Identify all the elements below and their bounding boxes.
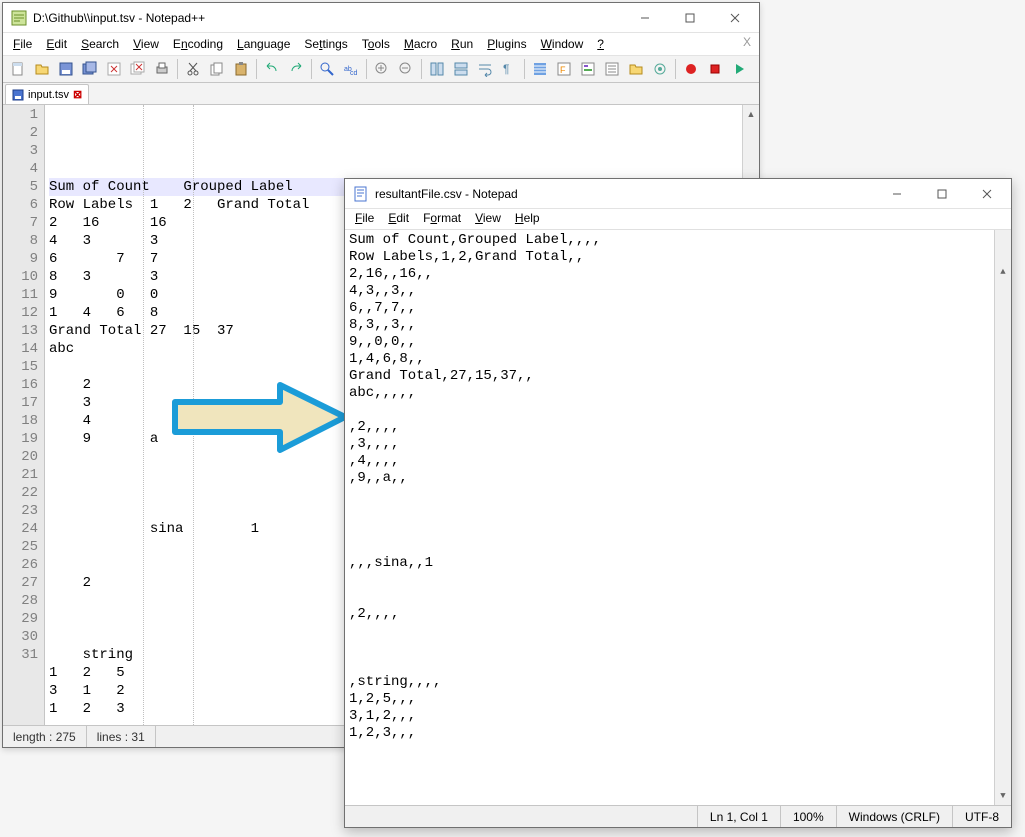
new-file-icon[interactable] xyxy=(7,58,29,80)
cut-icon[interactable] xyxy=(182,58,204,80)
notepad-icon xyxy=(353,186,369,202)
zoom-in-icon[interactable] xyxy=(371,58,393,80)
doc-map-icon[interactable] xyxy=(577,58,599,80)
status-pos: Ln 1, Col 1 xyxy=(697,806,780,827)
menu-file[interactable]: File xyxy=(349,209,380,229)
stop-icon[interactable] xyxy=(704,58,726,80)
npp-title-text: D:\Github\\input.tsv - Notepad++ xyxy=(33,11,622,25)
npp-menubar: File Edit Search View Encoding Language … xyxy=(3,33,759,55)
close-all-icon[interactable] xyxy=(127,58,149,80)
svg-text:F: F xyxy=(560,65,566,75)
menu-view[interactable]: View xyxy=(469,209,507,229)
conversion-arrow xyxy=(170,380,350,455)
menu-tools[interactable]: Tools xyxy=(356,35,396,53)
menu-encoding[interactable]: Encoding xyxy=(167,35,229,53)
toolbar-separator xyxy=(177,59,178,79)
wrap-icon[interactable] xyxy=(474,58,496,80)
svg-text:cd: cd xyxy=(350,70,358,77)
tab-close-icon[interactable]: ⊠ xyxy=(73,88,82,101)
np-title-text: resultantFile.csv - Notepad xyxy=(375,187,874,201)
file-tab-label: input.tsv xyxy=(28,89,69,101)
status-lines: lines : 31 xyxy=(87,726,156,747)
saved-disk-icon xyxy=(12,89,24,101)
zoom-out-icon[interactable] xyxy=(395,58,417,80)
maximize-button[interactable] xyxy=(919,180,964,208)
menu-edit[interactable]: Edit xyxy=(40,35,73,53)
indent-guide-icon[interactable] xyxy=(529,58,551,80)
toolbar-separator xyxy=(311,59,312,79)
menu-help[interactable]: ? xyxy=(591,35,610,53)
status-zoom: 100% xyxy=(780,806,836,827)
np-titlebar[interactable]: resultantFile.csv - Notepad xyxy=(345,179,1011,209)
toolbar-separator xyxy=(524,59,525,79)
np-statusbar: Ln 1, Col 1 100% Windows (CRLF) UTF-8 xyxy=(345,805,1011,827)
toolbar-separator xyxy=(421,59,422,79)
scroll-down-icon[interactable]: ▼ xyxy=(995,788,1011,805)
status-length: length : 275 xyxy=(3,726,87,747)
np-menubar: File Edit Format View Help xyxy=(345,209,1011,229)
menu-plugins[interactable]: Plugins xyxy=(481,35,532,53)
lang-icon[interactable]: F xyxy=(553,58,575,80)
menu-help[interactable]: Help xyxy=(509,209,546,229)
menu-settings[interactable]: Settings xyxy=(298,35,353,53)
npp-toolbar: abcd ¶ F xyxy=(3,55,759,83)
toolbar-separator xyxy=(366,59,367,79)
scroll-up-icon[interactable]: ▲ xyxy=(743,105,759,122)
maximize-button[interactable] xyxy=(667,4,712,32)
redo-icon[interactable] xyxy=(285,58,307,80)
svg-text:¶: ¶ xyxy=(503,62,509,76)
np-text-area[interactable]: Sum of Count,Grouped Label,,,, Row Label… xyxy=(345,229,1011,805)
print-icon[interactable] xyxy=(151,58,173,80)
scroll-up-icon[interactable]: ▲ xyxy=(995,264,1011,281)
copy-icon[interactable] xyxy=(206,58,228,80)
find-icon[interactable] xyxy=(316,58,338,80)
file-tab[interactable]: input.tsv ⊠ xyxy=(5,84,89,104)
replace-icon[interactable]: abcd xyxy=(340,58,362,80)
menu-macro[interactable]: Macro xyxy=(398,35,443,53)
toolbar-close-x[interactable]: X xyxy=(743,35,751,49)
show-all-icon[interactable]: ¶ xyxy=(498,58,520,80)
minimize-button[interactable] xyxy=(622,4,667,32)
undo-icon[interactable] xyxy=(261,58,283,80)
npp-tabstrip: input.tsv ⊠ xyxy=(3,83,759,105)
func-list-icon[interactable] xyxy=(601,58,623,80)
record-icon[interactable] xyxy=(680,58,702,80)
menu-file[interactable]: File xyxy=(7,35,38,53)
paste-icon[interactable] xyxy=(230,58,252,80)
menu-language[interactable]: Language xyxy=(231,35,296,53)
folder-icon[interactable] xyxy=(625,58,647,80)
monitor-icon[interactable] xyxy=(649,58,671,80)
line-number-gutter: 1234567891011121314151617181920212223242… xyxy=(3,105,45,725)
sync-h-icon[interactable] xyxy=(450,58,472,80)
notepad-window: resultantFile.csv - Notepad File Edit Fo… xyxy=(344,178,1012,828)
menu-search[interactable]: Search xyxy=(75,35,125,53)
vertical-scrollbar[interactable]: ▲ ▼ xyxy=(994,230,1011,805)
status-eol: Windows (CRLF) xyxy=(836,806,952,827)
menu-window[interactable]: Window xyxy=(535,35,590,53)
close-file-icon[interactable] xyxy=(103,58,125,80)
save-all-icon[interactable] xyxy=(79,58,101,80)
menu-format[interactable]: Format xyxy=(417,209,467,229)
np-text-content: Sum of Count,Grouped Label,,,, Row Label… xyxy=(349,232,601,741)
sync-v-icon[interactable] xyxy=(426,58,448,80)
status-enc: UTF-8 xyxy=(952,806,1011,827)
open-file-icon[interactable] xyxy=(31,58,53,80)
notepadpp-icon xyxy=(11,10,27,26)
toolbar-separator xyxy=(256,59,257,79)
close-button[interactable] xyxy=(964,180,1009,208)
toolbar-separator xyxy=(675,59,676,79)
menu-run[interactable]: Run xyxy=(445,35,479,53)
npp-titlebar[interactable]: D:\Github\\input.tsv - Notepad++ xyxy=(3,3,759,33)
save-icon[interactable] xyxy=(55,58,77,80)
status-filler xyxy=(345,806,697,827)
minimize-button[interactable] xyxy=(874,180,919,208)
close-button[interactable] xyxy=(712,4,757,32)
menu-edit[interactable]: Edit xyxy=(382,209,415,229)
menu-view[interactable]: View xyxy=(127,35,165,53)
play-icon[interactable] xyxy=(728,58,750,80)
